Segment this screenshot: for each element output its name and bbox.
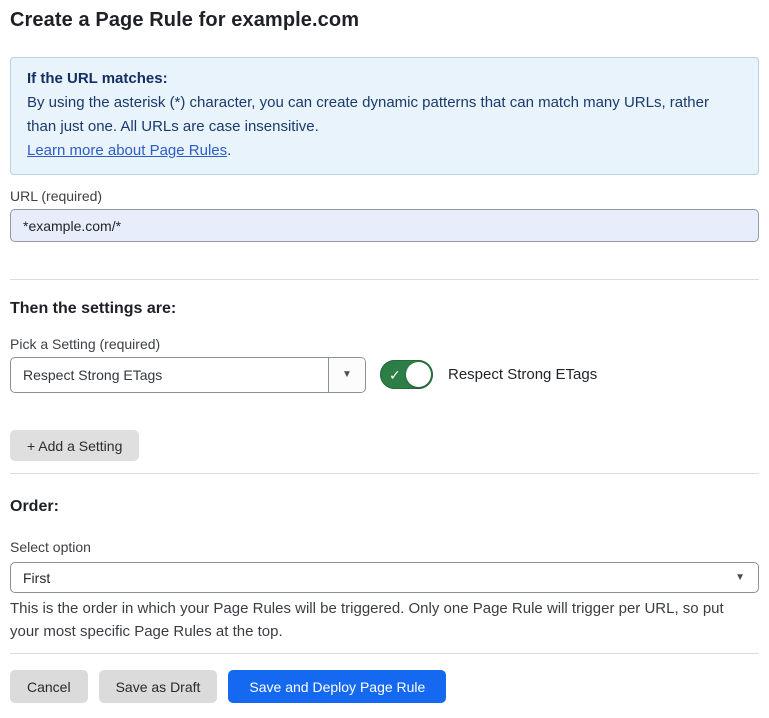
check-icon: ✓: [389, 368, 401, 382]
learn-more-link[interactable]: Learn more about Page Rules: [27, 142, 227, 159]
setting-select-arrow-box[interactable]: ▼: [328, 358, 365, 392]
info-box-body: By using the asterisk (*) character, you…: [27, 91, 742, 139]
save-and-deploy-button[interactable]: Save and Deploy Page Rule: [228, 670, 446, 703]
order-select[interactable]: First ▼: [10, 562, 759, 593]
chevron-down-icon: ▼: [735, 573, 758, 583]
order-select-value: First: [11, 570, 735, 586]
link-suffix: .: [227, 142, 231, 159]
footer-actions: Cancel Save as Draft Save and Deploy Pag…: [10, 670, 446, 703]
respect-strong-etags-toggle[interactable]: ✓: [380, 360, 433, 389]
pick-setting-label: Pick a Setting (required): [10, 336, 160, 352]
section-divider: [10, 279, 759, 280]
url-input[interactable]: [10, 209, 759, 242]
settings-section-heading: Then the settings are:: [10, 300, 176, 318]
footer-divider: [10, 653, 759, 654]
order-help-text: This is the order in which your Page Rul…: [10, 597, 755, 643]
toggle-label: Respect Strong ETags: [448, 366, 597, 383]
chevron-down-icon: ▼: [342, 370, 352, 380]
toggle-knob: [406, 362, 431, 387]
cancel-button[interactable]: Cancel: [10, 670, 88, 703]
create-page-rule-panel: Create a Page Rule for example.com If th…: [0, 0, 769, 718]
setting-select-value: Respect Strong ETags: [11, 367, 328, 383]
info-box-heading: If the URL matches:: [27, 67, 742, 91]
url-match-info-box: If the URL matches: By using the asteris…: [10, 57, 759, 175]
section-divider: [10, 473, 759, 474]
url-field-label: URL (required): [10, 188, 102, 204]
order-select-label: Select option: [10, 539, 91, 555]
info-box-link-line: Learn more about Page Rules.: [27, 139, 742, 163]
save-as-draft-button[interactable]: Save as Draft: [99, 670, 218, 703]
setting-select[interactable]: Respect Strong ETags ▼: [10, 357, 366, 393]
add-setting-button[interactable]: + Add a Setting: [10, 430, 139, 461]
page-title: Create a Page Rule for example.com: [10, 9, 359, 32]
order-section-heading: Order:: [10, 498, 59, 516]
